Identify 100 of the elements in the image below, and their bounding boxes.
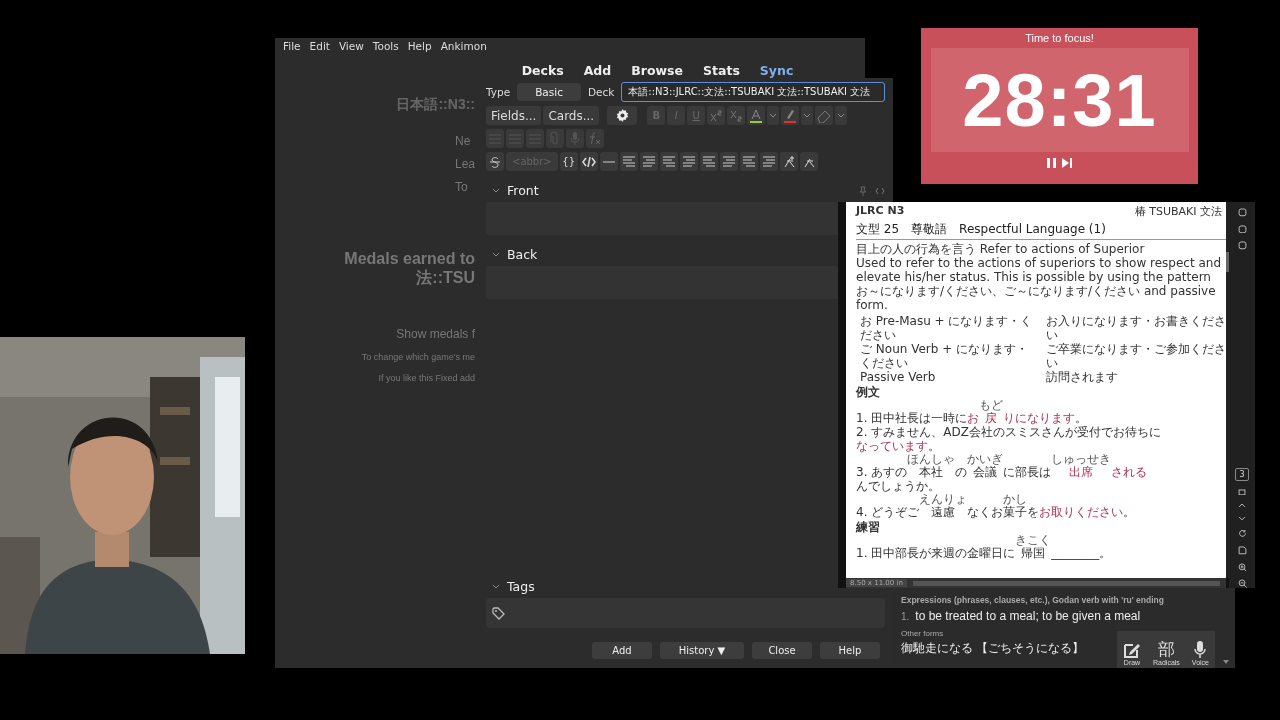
menu-item[interactable]: Ankimon [440,40,487,55]
microphone-icon [570,132,580,145]
ruby-remove-button[interactable] [799,152,818,171]
header-text: 椿 TSUBAKI 文法 [1134,204,1222,219]
code-icon [581,156,596,167]
menu-item[interactable]: Help [407,40,432,55]
dialog-button[interactable]: Help [820,642,880,659]
show-medals-text: Show medals f [396,327,475,341]
dropdown-button[interactable] [801,106,814,125]
paragraph-button[interactable] [679,152,698,171]
code-icon[interactable] [875,186,885,195]
editor-button[interactable]: Cards... [543,106,600,125]
chevron-icon[interactable] [492,584,500,589]
menu-item[interactable]: Edit [309,40,330,55]
text-color-icon [749,108,764,123]
editor-button[interactable]: Fields... [486,106,542,125]
field-label: Front [507,183,539,198]
function-icon [588,132,602,145]
chevron-down-icon [837,113,846,118]
toolbar-link[interactable]: Browse [631,63,683,78]
paragraph-button[interactable] [739,152,758,171]
tag-icon [492,606,505,620]
subtitle-text: 目上の人の行為を言う Refer to actions of Superior [856,242,1146,256]
scrollbar[interactable] [912,580,1220,586]
skip-icon[interactable] [1062,158,1072,168]
pattern-text: ご Noun Verb + になります・ください [860,342,1030,370]
dropdown-button[interactable] [835,106,848,125]
paperclip-icon [550,132,560,145]
align-icon [762,156,775,167]
menu-item[interactable]: Tools [372,40,399,55]
dialog-button[interactable]: Add [592,642,652,659]
settings-button[interactable] [607,106,638,125]
paragraph-button[interactable] [759,152,778,171]
chevron-down-icon[interactable] [1238,516,1246,522]
braces-button[interactable]: {} [559,152,578,171]
paragraph-button[interactable] [719,152,738,171]
chevron-icon[interactable] [492,188,500,193]
zoom-out-icon[interactable] [1237,579,1247,588]
other-forms-label: Other forms [901,629,944,638]
line-icon [602,160,615,163]
chevron-icon[interactable] [492,252,500,257]
caret-icon[interactable] [1223,660,1229,664]
medals-heading: 法::TSU [416,268,475,288]
zoom-in-icon[interactable] [1237,562,1247,572]
chevron-down-icon [769,113,778,118]
deck-field[interactable]: 本語::N3::JLRC::文法::TSUBAKI 文法::TSUBAKI 文法 [621,82,885,102]
scrollbar[interactable] [1226,202,1229,578]
menu-item[interactable]: View [338,40,364,55]
page-icon[interactable] [1238,488,1246,496]
section-heading: 練習 [856,520,881,534]
sense-number: 1. [901,611,910,622]
medals-heading: Medals earned to [344,250,475,268]
dialog-button[interactable]: Close [752,642,812,659]
toolbar-link[interactable]: Add [583,63,612,78]
text-color-button[interactable] [747,106,766,125]
page-number[interactable]: 3 [1235,467,1249,481]
timer-display: 28:31 [962,57,1157,143]
paragraph-text: Used to refer to the actions of superiors to show respect and elevate his/her status. This is possible by using the pattern お～になります/ください、ご～になります/ください and passive form. [856,256,1223,312]
align-icon [662,156,675,167]
align-icon [722,156,735,167]
pause-icon[interactable] [1047,158,1056,168]
pattern-text: ご卒業になります・ご参加ください [1046,342,1226,370]
ruby-button[interactable] [779,152,798,171]
toolbar-link[interactable]: Stats [703,63,740,78]
dropdown-button[interactable] [767,106,780,125]
html-button[interactable] [579,152,598,171]
rotate-icon[interactable] [1237,529,1247,538]
gear-icon [615,109,629,122]
part-of-speech-text: Expressions (phrases, clauses, etc.), Godan verb with 'ru' ending [901,595,1164,605]
paragraph-button[interactable] [659,152,678,171]
dialog-button[interactable]: History ▼ [660,642,744,659]
chevron-up-icon[interactable] [1238,503,1246,509]
paragraph-button[interactable] [699,152,718,171]
tags-label: Tags [507,579,535,594]
superscript-button[interactable] [707,106,726,125]
note-text: If you like this Fixed add [378,373,475,383]
toolbar-link[interactable]: Decks [521,63,564,78]
tags-field[interactable] [486,598,885,628]
highlight-button[interactable] [781,106,800,125]
stat-label: Lea [454,157,475,171]
strikethrough-icon [489,155,501,168]
horizontal-rule-button[interactable] [599,152,618,171]
save-icon[interactable] [1237,545,1247,555]
align-icon [682,156,695,167]
example-sentence: 4. どうぞご えんりょ 遠慮 なくお かし 菓子をお取りください。 [856,493,1137,519]
align-icon [702,156,715,167]
stat-label: Ne [454,134,471,148]
paragraph-button[interactable] [639,152,658,171]
eraser-button[interactable] [815,106,834,125]
field-input[interactable] [486,202,838,235]
other-forms-text: 御馳走になる 【ごちそうになる】 [901,640,1085,657]
toolbar-link[interactable]: Sync [759,63,794,78]
example-sentence: 2. すみません、ADZ会社のスミスさんが受付でお待ちに なっています。 [856,425,1162,453]
strikethrough-button[interactable] [486,152,504,171]
note-text: To change which game's me [361,352,475,362]
field-input[interactable] [486,266,838,299]
note-type-button[interactable]: Basic [517,83,581,101]
paragraph-button[interactable] [619,152,638,171]
menu-item[interactable]: File [283,40,301,55]
pin-icon[interactable] [858,185,868,196]
